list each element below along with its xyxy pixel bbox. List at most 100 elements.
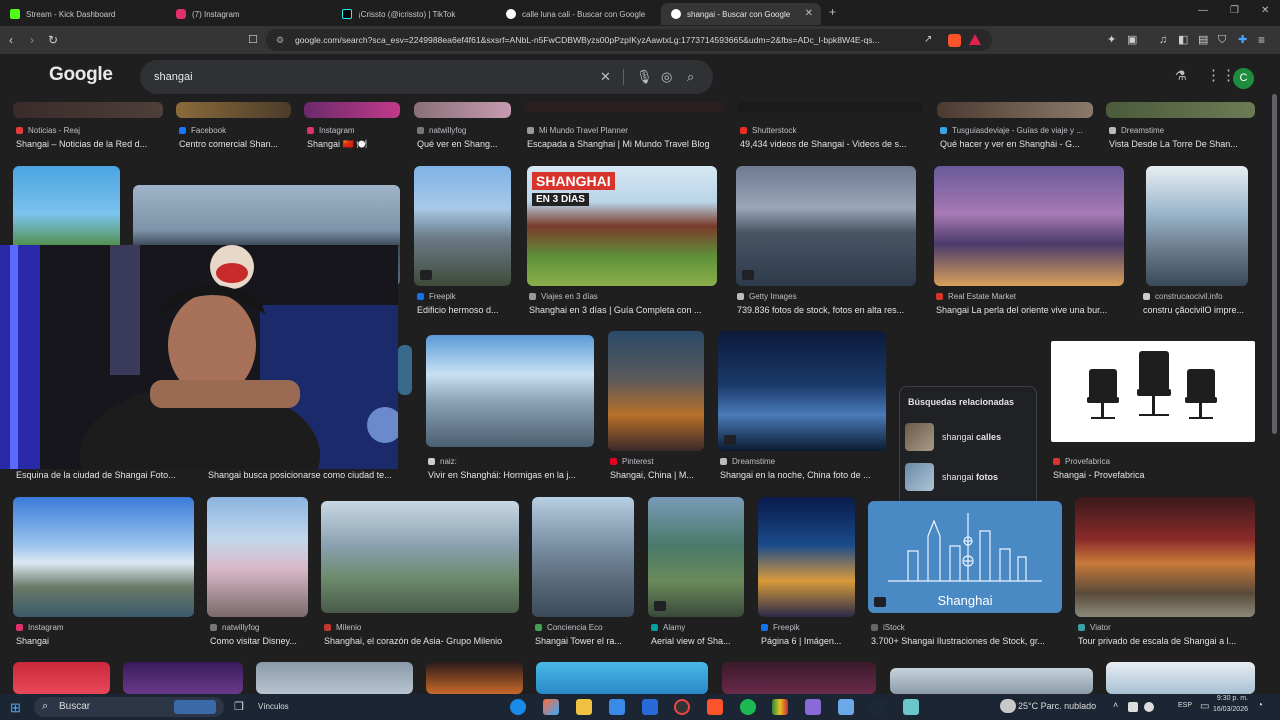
result-source[interactable]: Getty Images bbox=[737, 292, 917, 301]
result-title[interactable]: Shangai La perla del oriente vive una bu… bbox=[936, 305, 1126, 315]
extensions-icon[interactable]: ✦ bbox=[1107, 30, 1116, 50]
bookmark-icon[interactable]: ☐ bbox=[248, 30, 258, 50]
result-source[interactable]: Real Estate Market bbox=[936, 292, 1126, 301]
spotify-icon[interactable] bbox=[740, 699, 756, 715]
clear-icon[interactable]: ✕ bbox=[600, 69, 611, 85]
result-source[interactable]: Shutterstock bbox=[740, 126, 926, 135]
shield-icon[interactable]: ⛉ bbox=[1218, 30, 1226, 50]
minimize-icon[interactable]: — bbox=[1198, 5, 1208, 16]
result-source[interactable]: Dreamstime bbox=[720, 457, 890, 466]
app-icon[interactable] bbox=[772, 699, 788, 715]
result-image[interactable] bbox=[256, 662, 413, 694]
lens-icon[interactable]: ◎ bbox=[661, 69, 672, 85]
result-image[interactable] bbox=[722, 662, 876, 694]
result-source[interactable]: Tusguiasdeviaje - Guías de viaje y ... bbox=[940, 126, 1096, 135]
result-source[interactable]: natwillyfog bbox=[210, 623, 311, 632]
mail-icon[interactable] bbox=[642, 699, 658, 715]
result-image[interactable] bbox=[737, 102, 923, 112]
task-view-icon[interactable]: ❐ bbox=[234, 700, 244, 713]
result-image[interactable] bbox=[13, 102, 163, 118]
related-item-calles[interactable]: shangai calles bbox=[905, 423, 1033, 451]
clock-time[interactable]: 9:30 p. m. bbox=[1203, 695, 1248, 702]
result-source[interactable]: Alamy bbox=[651, 623, 747, 632]
result-source[interactable]: Facebook bbox=[179, 126, 294, 135]
result-image[interactable] bbox=[13, 497, 194, 617]
result-title[interactable]: Shanghai, el corazón de Asia- Grupo Mile… bbox=[324, 636, 522, 646]
links-label[interactable]: Vínculos bbox=[258, 702, 289, 711]
result-source[interactable]: Provefabrica bbox=[1053, 457, 1253, 466]
result-image[interactable] bbox=[890, 668, 1093, 694]
related-item-fotos[interactable]: shangai fotos bbox=[905, 463, 1033, 491]
tab-shangai[interactable]: shangai - Buscar con Google ✕ bbox=[661, 3, 821, 25]
microphone-icon[interactable]: 🎙 bbox=[636, 69, 653, 85]
result-title[interactable]: Qué hacer y ver en Shanghái - G... bbox=[940, 139, 1096, 149]
result-image[interactable] bbox=[304, 102, 400, 118]
result-title[interactable]: Shangai en la noche, China foto de ... bbox=[720, 470, 890, 480]
sidebar-icon[interactable]: ◧ bbox=[1178, 30, 1188, 50]
result-title[interactable]: Centro comercial Shan... bbox=[179, 139, 294, 149]
result-title[interactable]: 3.700+ Shangai Ilustraciones de Stock, g… bbox=[871, 636, 1065, 646]
result-image[interactable] bbox=[207, 497, 308, 617]
close-window-icon[interactable]: ✕ bbox=[1261, 5, 1269, 16]
result-image[interactable] bbox=[123, 662, 243, 694]
result-source[interactable]: Noticias - Reaj bbox=[16, 126, 166, 135]
reload-icon[interactable]: ↻ bbox=[48, 30, 58, 50]
result-source[interactable]: Viator bbox=[1078, 623, 1258, 632]
search-box[interactable]: ✕ 🎙 ◎ ⌕ bbox=[140, 60, 713, 94]
result-title[interactable]: 49,434 videos de Shangai - Videos de s..… bbox=[740, 139, 926, 149]
result-source[interactable]: construcaocivil.info bbox=[1143, 292, 1258, 301]
result-title[interactable]: constru çãocivilO impre... bbox=[1143, 305, 1255, 315]
avatar[interactable]: C bbox=[1233, 68, 1254, 89]
menu-icon[interactable]: ≡ bbox=[1258, 30, 1265, 50]
result-source[interactable]: Viajes en 3 días bbox=[529, 292, 719, 301]
result-image[interactable] bbox=[426, 335, 594, 447]
tab-kick[interactable]: Stream - Kick Dashboard bbox=[0, 3, 166, 25]
result-title[interactable]: Esquina de la ciudad de Shangai Foto... bbox=[16, 470, 196, 480]
brave-rewards-icon[interactable] bbox=[969, 34, 981, 45]
copilot-icon[interactable] bbox=[543, 699, 559, 715]
close-tab-icon[interactable]: ✕ bbox=[805, 8, 813, 19]
search-input[interactable] bbox=[154, 60, 574, 94]
result-source[interactable]: natwillyfog bbox=[417, 126, 514, 135]
result-image[interactable] bbox=[524, 102, 724, 112]
result-title[interactable]: Qué ver en Shang... bbox=[417, 139, 514, 149]
result-image[interactable] bbox=[414, 102, 511, 118]
result-image[interactable] bbox=[414, 166, 511, 286]
tab-calle-luna[interactable]: calle luna cali - Buscar con Google bbox=[496, 3, 660, 25]
screenshot-icon[interactable]: ▣ bbox=[1127, 30, 1137, 50]
result-title[interactable]: Shangai bbox=[16, 636, 197, 646]
result-source[interactable]: naiz: bbox=[428, 457, 598, 466]
result-title[interactable]: Página 6 | Imágen... bbox=[761, 636, 858, 646]
apps-grid-icon[interactable]: ⋮⋮ bbox=[1206, 66, 1236, 84]
language-indicator[interactable]: ESP bbox=[1178, 702, 1192, 709]
tray-app-icon[interactable] bbox=[1144, 702, 1154, 712]
labs-icon[interactable]: ⚗ bbox=[1175, 68, 1187, 84]
clock-date[interactable]: 16/03/2026 bbox=[1203, 706, 1248, 713]
result-image[interactable] bbox=[736, 166, 916, 286]
app-icon[interactable] bbox=[838, 699, 854, 715]
notification-icon[interactable]: ◔ bbox=[1257, 700, 1263, 711]
app-icon[interactable] bbox=[903, 699, 919, 715]
result-image[interactable] bbox=[398, 345, 412, 395]
address-bar[interactable]: ⚙ google.com/search?sca_esv=2249988ea6ef… bbox=[266, 29, 992, 51]
result-image[interactable] bbox=[1106, 102, 1255, 118]
result-image[interactable] bbox=[1051, 341, 1255, 442]
music-icon[interactable]: ♫ bbox=[1159, 30, 1167, 50]
tab-instagram[interactable]: (7) Instagram bbox=[166, 3, 332, 25]
result-title[interactable]: Shangai - Provefabrica bbox=[1053, 470, 1253, 480]
result-image[interactable] bbox=[758, 497, 855, 617]
result-source[interactable]: Instagram bbox=[307, 126, 403, 135]
taskbar-search[interactable]: ⌕ Buscar bbox=[34, 697, 224, 717]
result-image[interactable] bbox=[536, 662, 708, 694]
result-title[interactable]: Vista Desde La Torre De Shan... bbox=[1109, 139, 1255, 149]
result-image[interactable] bbox=[1106, 662, 1255, 694]
result-title[interactable]: Shanghai en 3 días | Guía Completa con .… bbox=[529, 305, 719, 315]
edge-icon[interactable] bbox=[510, 699, 526, 715]
result-image[interactable] bbox=[648, 497, 744, 617]
result-source[interactable]: Mi Mundo Travel Planner bbox=[527, 126, 727, 135]
share-icon[interactable]: ↗ bbox=[924, 30, 932, 50]
result-title[interactable]: Aerial view of Sha... bbox=[651, 636, 747, 646]
maximize-icon[interactable]: ❐ bbox=[1230, 5, 1239, 16]
result-source[interactable]: Conciencia Eco bbox=[535, 623, 637, 632]
result-title[interactable]: Shangai Tower el ra... bbox=[535, 636, 637, 646]
